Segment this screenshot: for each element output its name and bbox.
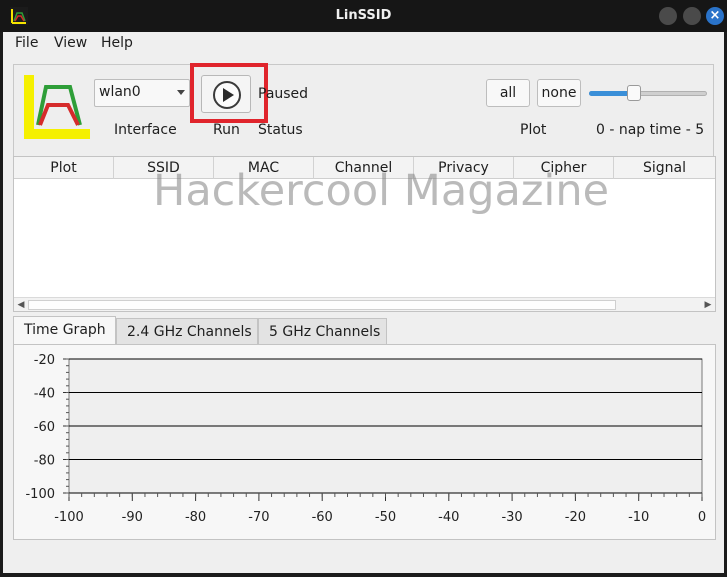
table-horizontal-scrollbar[interactable]: ◀ ▶: [14, 297, 715, 311]
y-tick-label: -80: [34, 454, 55, 469]
x-tick-label: -80: [185, 510, 206, 525]
play-icon: [213, 81, 241, 109]
x-tick-label: -50: [375, 510, 396, 525]
x-tick-label: -100: [54, 510, 84, 525]
nap-time-slider-handle[interactable]: [627, 85, 641, 101]
status-label: Status: [258, 122, 303, 138]
y-tick-label: -40: [34, 387, 55, 402]
plot-label: Plot: [520, 122, 547, 138]
x-tick-label: -90: [122, 510, 143, 525]
menu-bar: File View Help: [3, 32, 724, 56]
y-tick-label: -60: [34, 420, 55, 435]
status-value: Paused: [258, 86, 309, 102]
x-tick-label: -60: [312, 510, 333, 525]
time-graph-panel: -20 -40 -60 -80 -100 -100 -90 -80 -70 -60 -50 -40 -3…: [13, 344, 716, 540]
main-window: File View Help wlan0 Interface Run Pause…: [3, 32, 724, 573]
graph-tabs: Time Graph 2.4 GHz Channels 5 GHz Channe…: [13, 316, 716, 345]
x-tick-label: -10: [628, 510, 649, 525]
x-tick-label: -20: [565, 510, 586, 525]
scroll-left-icon[interactable]: ◀: [15, 299, 27, 311]
interface-label: Interface: [114, 122, 177, 138]
chevron-down-icon: [177, 90, 185, 95]
linssid-logo-icon: [24, 75, 90, 139]
column-signal[interactable]: Signal: [614, 157, 715, 179]
interface-select[interactable]: wlan0: [94, 79, 190, 107]
title-bar: LinSSID ×: [0, 0, 727, 32]
window-title: LinSSID: [335, 8, 392, 23]
tab-2-4ghz-channels[interactable]: 2.4 GHz Channels: [116, 318, 258, 344]
watermark-text: Hackercool Magazine: [153, 166, 610, 216]
plot-none-button[interactable]: none: [537, 79, 581, 107]
maximize-button[interactable]: [683, 7, 701, 25]
x-tick-label: -40: [438, 510, 459, 525]
run-label: Run: [213, 122, 240, 138]
menu-view[interactable]: View: [54, 35, 87, 51]
scrollbar-thumb[interactable]: [28, 300, 616, 310]
interface-value: wlan0: [99, 84, 141, 100]
tab-5ghz-channels[interactable]: 5 GHz Channels: [258, 318, 387, 344]
y-tick-label: -100: [25, 487, 55, 502]
plot-all-button[interactable]: all: [486, 79, 530, 107]
tab-time-graph[interactable]: Time Graph: [13, 316, 116, 345]
time-graph-chart: -20-40-60-80-100-100 -90 -80 -70 -60 -50 -40 -3…: [25, 353, 706, 525]
x-tick-label: -30: [501, 510, 522, 525]
scroll-right-icon[interactable]: ▶: [702, 299, 714, 311]
close-icon: ×: [709, 8, 721, 23]
nap-time-label: 0 - nap time - 5: [596, 122, 705, 138]
minimize-button[interactable]: [659, 7, 677, 25]
close-button[interactable]: ×: [706, 7, 724, 25]
run-button[interactable]: [201, 75, 251, 113]
menu-help[interactable]: Help: [101, 35, 133, 51]
menu-file[interactable]: File: [15, 35, 38, 51]
x-tick-label: -70: [248, 510, 269, 525]
y-tick-label: -20: [34, 353, 55, 368]
column-plot[interactable]: Plot: [14, 157, 114, 179]
x-tick-label: 0: [698, 510, 706, 525]
